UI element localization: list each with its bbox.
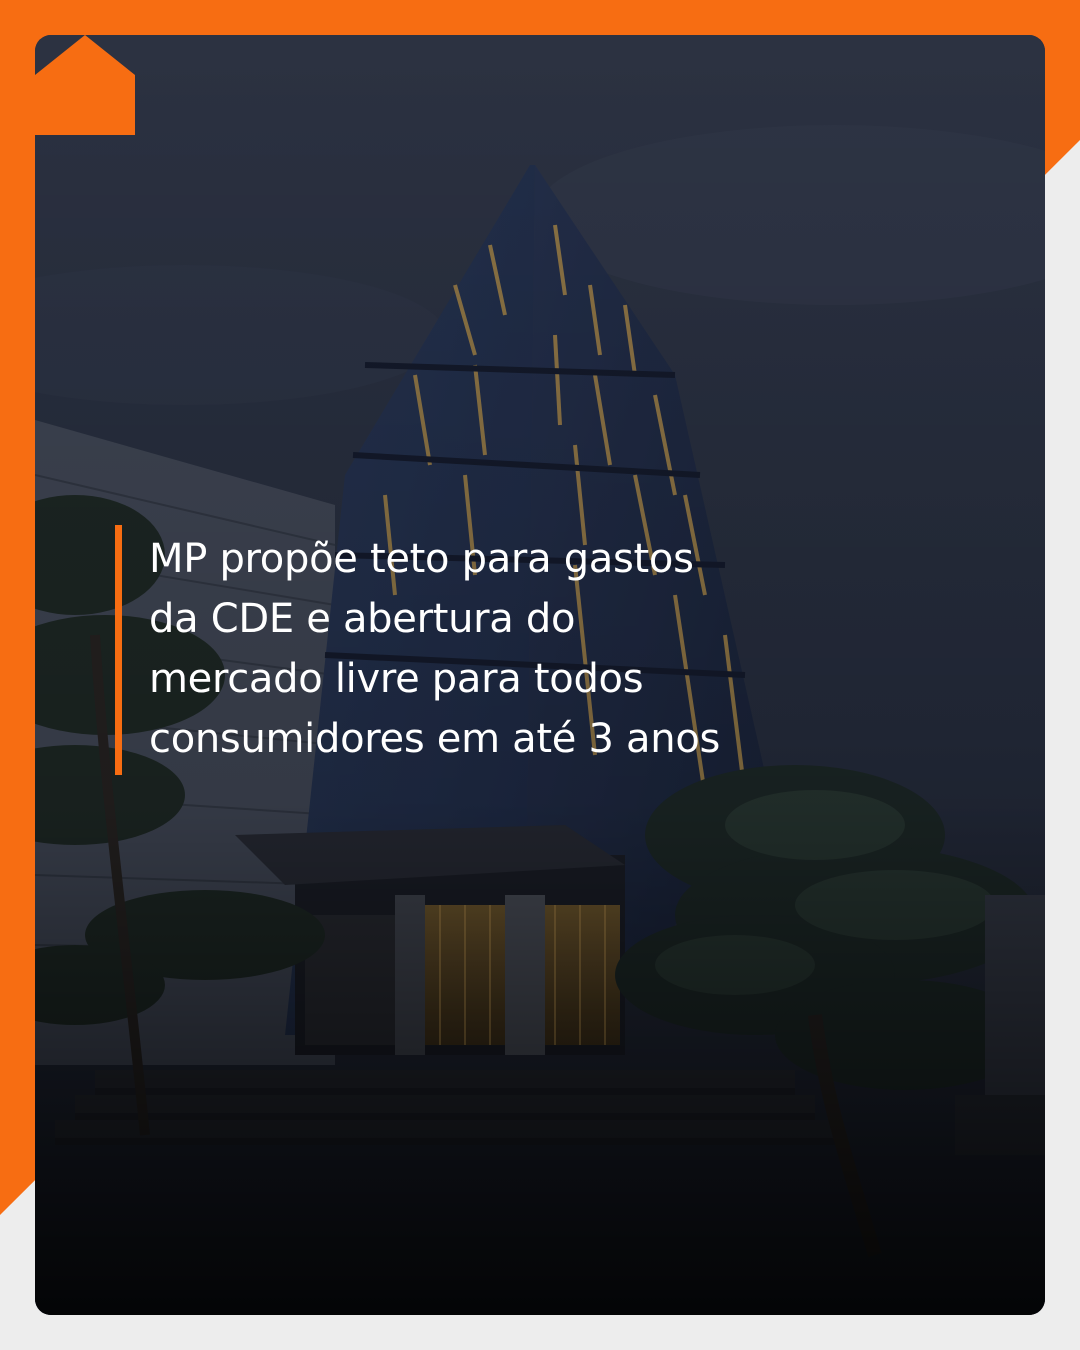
- headline-text: MP propõe teto para gastos da CDE e aber…: [149, 536, 721, 762]
- headline: MP propõe teto para gastos da CDE e aber…: [115, 525, 749, 775]
- post-card: MP propõe teto para gastos da CDE e aber…: [35, 35, 1045, 1315]
- house-icon: [35, 35, 135, 135]
